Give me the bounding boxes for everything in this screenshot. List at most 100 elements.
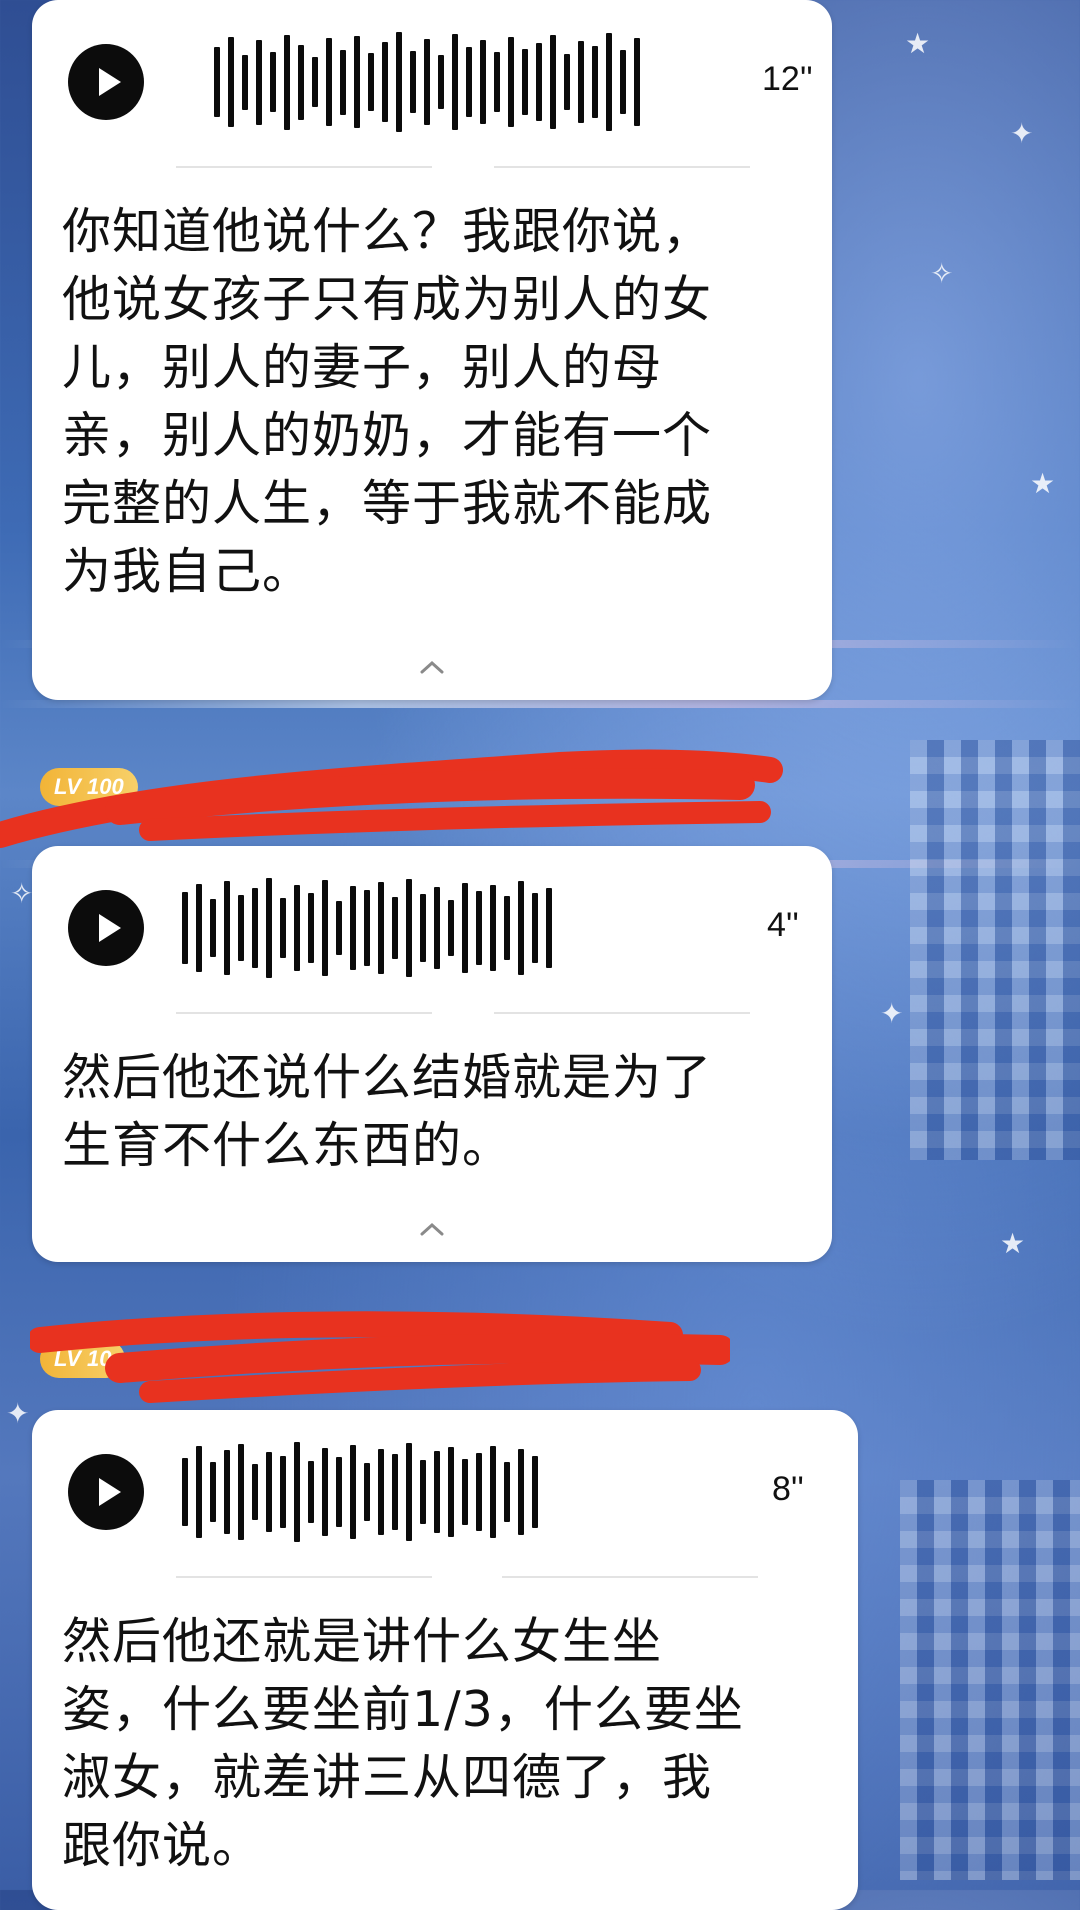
waveform-bar [424,39,430,125]
waveform-bar [522,49,528,115]
waveform-bar [196,884,202,972]
waveform-bar [252,888,258,968]
waveform-bar [256,39,262,125]
redaction-scribble [0,749,783,848]
waveform-bar [294,885,300,971]
voice-duration: 8'' [772,1470,804,1508]
collapse-transcription-button[interactable] [412,654,452,680]
divider [176,1012,432,1014]
waveform-bar [350,1445,356,1539]
star-decoration: ✦ [880,997,904,1030]
waveform-bar [364,890,370,966]
waveform-bar [532,893,538,963]
waveform-bar [504,896,510,960]
waveform-bar [294,1442,300,1542]
waveform-bar [196,1446,202,1538]
star-decoration: ✦ [6,1397,30,1430]
transcription-text: 你知道他说什么？我跟你说， 他说女孩子只有成为别人的女 儿，别人的妻子，别人的母… [62,203,713,600]
audio-waveform [182,876,552,980]
waveform-bar [448,1447,454,1537]
waveform-bar [308,893,314,963]
waveform-bar [476,891,482,965]
waveform-bar [462,1459,468,1525]
waveform-bar [312,57,318,107]
waveform-bar [284,34,290,130]
play-icon [99,914,121,942]
waveform-bar [466,47,472,117]
waveform-bar [224,1450,230,1534]
voice-message-bubble[interactable]: 8'' 然后他还就是讲什么女生坐 姿，什么要坐前1/3，什么要坐 淑女，就差讲三… [32,1410,858,1910]
waveform-bar [270,52,276,112]
star-decoration: ✧ [930,257,954,290]
waveform-bar [438,55,444,109]
waveform-bar [448,900,454,956]
voice-duration: 4'' [767,906,799,944]
waveform-bar [266,1452,272,1532]
transcription-text: 然后他还说什么结婚就是为了 生育不什么东西的。 [62,1049,713,1174]
voice-player[interactable]: 8'' [32,1410,858,1560]
waveform-bar [210,899,216,957]
background-light-stripe [0,700,1080,708]
waveform-bar [406,1443,412,1541]
waveform-bar [410,51,416,113]
waveform-bar [322,880,328,976]
waveform-bar [364,1463,370,1521]
waveform-bar [536,43,542,121]
mosaic-blur [910,740,1080,1160]
chevron-up-icon [420,1222,444,1236]
waveform-bar [392,1454,398,1530]
play-button[interactable] [68,890,144,966]
waveform-bar [336,901,342,955]
waveform-bar [434,1451,440,1533]
waveform-bar [382,42,388,122]
waveform-bar [336,1457,342,1527]
waveform-bar [182,892,188,964]
waveform-bar [504,1462,510,1522]
waveform-bar [518,881,524,975]
waveform-bar [546,888,552,968]
star-decoration: ★ [1000,1227,1026,1260]
audio-waveform [182,1440,538,1544]
divider [176,1576,432,1578]
waveform-bar [532,1456,538,1528]
play-button[interactable] [68,44,144,120]
waveform-bar [606,33,612,131]
waveform-bar [280,898,286,958]
play-button[interactable] [68,1454,144,1530]
divider [502,1576,758,1578]
voice-message-bubble[interactable]: 4'' 然后他还说什么结婚就是为了 生育不什么东西的。 [32,846,832,1262]
waveform-bar [494,52,500,112]
waveform-bar [490,885,496,971]
waveform-bar [420,1460,426,1524]
waveform-bar [350,886,356,970]
voice-player[interactable]: 12'' [32,0,832,150]
waveform-bar [420,894,426,962]
waveform-bar [476,1453,482,1531]
waveform-bar [280,1456,286,1528]
waveform-bar [518,1449,524,1535]
waveform-bar [354,36,360,128]
divider [494,166,750,168]
voice-duration: 12'' [762,60,813,98]
voice-message-bubble[interactable]: 12'' 你知道他说什么？我跟你说， 他说女孩子只有成为别人的女 儿，别人的妻子… [32,0,832,700]
audio-waveform [214,30,640,134]
waveform-bar [238,1444,244,1540]
waveform-bar [242,54,248,110]
waveform-bar [228,37,234,127]
waveform-bar [368,53,374,111]
waveform-bar [406,879,412,977]
collapse-transcription-button[interactable] [412,1216,452,1242]
waveform-bar [322,1448,328,1536]
waveform-bar [252,1464,258,1520]
waveform-bar [266,878,272,978]
transcription-text: 然后他还就是讲什么女生坐 姿，什么要坐前1/3，什么要坐 淑女，就差讲三从四德了… [62,1613,744,1874]
star-decoration: ✧ [10,877,34,910]
chevron-up-icon [420,660,444,674]
waveform-bar [392,897,398,959]
waveform-bar [490,1446,496,1538]
waveform-bar [480,40,486,124]
voice-player[interactable]: 4'' [32,846,832,996]
play-icon [99,68,121,96]
waveform-bar [550,35,556,129]
play-icon [99,1478,121,1506]
